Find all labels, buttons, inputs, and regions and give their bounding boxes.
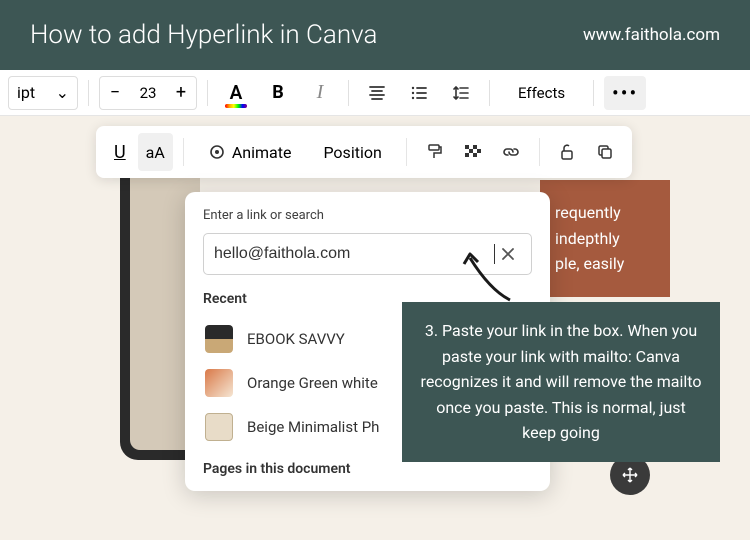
underline-button[interactable]: U [106, 133, 134, 171]
divider [207, 80, 208, 106]
recent-item-name: Orange Green white [247, 374, 378, 392]
style-copy-button[interactable] [417, 133, 451, 171]
tutorial-title: How to add Hyperlink in Canva [30, 20, 377, 50]
font-size-group: − 23 + [99, 76, 197, 110]
copy-icon [596, 143, 614, 161]
font-name: ipt [17, 83, 35, 102]
design-text-panel: requently indepthly ple, easily [540, 180, 670, 297]
divider [88, 80, 89, 106]
effects-button[interactable]: Effects [500, 76, 583, 110]
spacing-button[interactable] [443, 76, 479, 110]
position-button[interactable]: Position [309, 133, 395, 171]
divider [348, 80, 349, 106]
lock-button[interactable] [550, 133, 584, 171]
link-button[interactable] [493, 133, 529, 171]
duplicate-button[interactable] [588, 133, 622, 171]
spacing-icon [452, 84, 470, 102]
link-input-label: Enter a link or search [203, 208, 532, 223]
align-button[interactable] [359, 76, 395, 110]
transparency-icon [463, 143, 481, 161]
tutorial-url: www.faithola.com [583, 25, 720, 45]
font-family-select[interactable]: ipt ⌄ [8, 76, 78, 110]
color-swatch-icon [225, 104, 247, 108]
recent-thumbnail [205, 369, 233, 397]
font-size-value[interactable]: 23 [130, 84, 166, 102]
more-options-button[interactable]: ••• [604, 76, 646, 110]
divider [183, 138, 184, 166]
link-icon [501, 142, 521, 162]
font-size-decrease-button[interactable]: − [100, 77, 130, 109]
panel-line: requently [555, 200, 655, 226]
recent-thumbnail [205, 413, 233, 441]
recent-item-name: Beige Minimalist Ph [247, 418, 379, 436]
unlock-icon [558, 143, 576, 161]
bold-button[interactable]: B [260, 76, 296, 110]
pages-section-label: Pages in this document [203, 461, 532, 477]
annotation-arrow-icon [460, 250, 520, 306]
animate-icon [208, 143, 226, 161]
font-size-increase-button[interactable]: + [166, 77, 196, 109]
panel-line: ple, easily [555, 251, 655, 277]
list-button[interactable] [401, 76, 437, 110]
divider [489, 80, 490, 106]
animate-button[interactable]: Animate [194, 133, 306, 171]
move-icon [621, 466, 639, 484]
divider [593, 80, 594, 106]
list-icon [410, 84, 428, 102]
text-case-button[interactable]: aA [138, 133, 173, 171]
element-toolbar: U aA Animate Position [96, 126, 632, 178]
align-center-icon [368, 84, 386, 102]
tutorial-header: How to add Hyperlink in Canva www.faitho… [0, 0, 750, 70]
panel-line: indepthly [555, 226, 655, 252]
recent-item-name: EBOOK SAVVY [247, 330, 345, 348]
divider [406, 138, 407, 166]
instruction-text: 3. Paste your link in the box. When you … [421, 321, 702, 442]
link-input[interactable] [214, 245, 493, 263]
italic-button[interactable]: I [302, 76, 338, 110]
text-format-toolbar: ipt ⌄ − 23 + A B I Effects ••• [0, 70, 750, 116]
divider [539, 138, 540, 166]
chevron-down-icon: ⌄ [56, 83, 69, 102]
recent-thumbnail [205, 325, 233, 353]
paint-roller-icon [425, 143, 443, 161]
instruction-callout: 3. Paste your link in the box. When you … [402, 302, 720, 462]
text-color-button[interactable]: A [218, 76, 254, 110]
transparency-button[interactable] [455, 133, 489, 171]
